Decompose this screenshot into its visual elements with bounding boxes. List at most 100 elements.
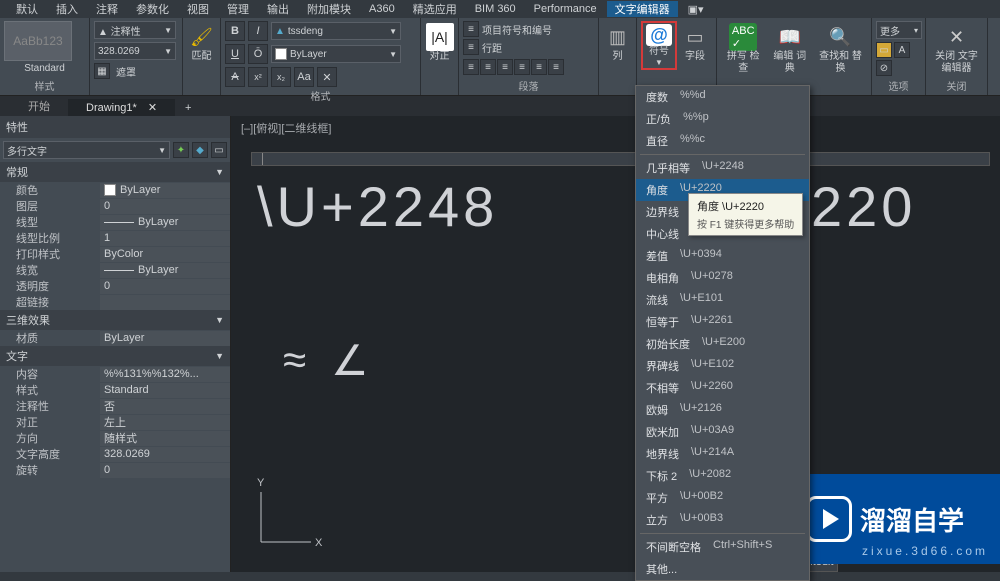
- annotative-combo[interactable]: ▲ 注释性▼: [94, 21, 176, 39]
- align-6[interactable]: ≡: [548, 59, 564, 75]
- dict-button[interactable]: 📖 编辑 词典: [767, 21, 811, 77]
- style-preview[interactable]: AaBb123: [4, 21, 72, 61]
- ruler-indent[interactable]: [262, 153, 263, 165]
- prop-row[interactable]: 旋转0: [0, 462, 230, 478]
- font-combo[interactable]: ▲tssdeng▼: [271, 22, 401, 40]
- selectobj-icon[interactable]: ▭: [211, 142, 227, 158]
- menu-默认[interactable]: 默认: [8, 1, 46, 17]
- prop-row[interactable]: 透明度0: [0, 278, 230, 294]
- italic-button[interactable]: I: [248, 21, 268, 41]
- close-button[interactable]: ✕ 关闭 文字编辑器: [930, 21, 983, 77]
- menu-item-界碑线[interactable]: 界碑线\U+E102: [636, 355, 809, 377]
- ruler[interactable]: [251, 152, 990, 166]
- menu-Performance[interactable]: Performance: [526, 3, 605, 15]
- menu-item-几乎相等[interactable]: 几乎相等\U+2248: [636, 157, 809, 179]
- column-button[interactable]: ▥ 列: [600, 21, 636, 65]
- menu-item-流线[interactable]: 流线\U+E101: [636, 289, 809, 311]
- overline-button[interactable]: Ō: [248, 44, 268, 64]
- menu-item-地界线[interactable]: 地界线\U+214A: [636, 443, 809, 465]
- bullets-icon[interactable]: ≡: [463, 21, 479, 37]
- prop-group-三维效果[interactable]: 三维效果▼: [0, 310, 230, 330]
- prop-row[interactable]: 图层0: [0, 198, 230, 214]
- menu-插入[interactable]: 插入: [48, 1, 86, 17]
- menu-精选应用[interactable]: 精选应用: [405, 1, 465, 17]
- menu-item-立方[interactable]: 立方\U+00B3: [636, 509, 809, 531]
- align-left[interactable]: ≡: [463, 59, 479, 75]
- super-button[interactable]: x²: [248, 67, 268, 87]
- prop-row[interactable]: 文字高度328.0269: [0, 446, 230, 462]
- spacing-label[interactable]: 行距: [482, 40, 502, 55]
- opt3-icon[interactable]: ⊘: [876, 60, 892, 76]
- prop-row[interactable]: 内容%%131%%132%...: [0, 366, 230, 382]
- menu-item-不相等[interactable]: 不相等\U+2260: [636, 377, 809, 399]
- menu-overflow[interactable]: ▣▾: [680, 3, 712, 16]
- align-center[interactable]: ≡: [480, 59, 496, 75]
- match-button[interactable]: 🖌 匹配: [184, 21, 220, 65]
- justify-button[interactable]: |A| 对正: [422, 21, 458, 65]
- menu-A360[interactable]: A360: [361, 3, 403, 15]
- quickselect-icon[interactable]: ✦: [173, 142, 189, 158]
- menu-item-欧姆[interactable]: 欧姆\U+2126: [636, 399, 809, 421]
- case-button[interactable]: Aa: [294, 67, 314, 87]
- prop-row[interactable]: 注释性否: [0, 398, 230, 414]
- menu-管理[interactable]: 管理: [219, 1, 257, 17]
- menu-item-欧米加[interactable]: 欧米加\U+03A9: [636, 421, 809, 443]
- prop-row[interactable]: 打印样式ByColor: [0, 246, 230, 262]
- more-combo[interactable]: 更多▾: [876, 21, 922, 39]
- field-button[interactable]: ▭ 字段: [677, 21, 713, 65]
- menu-item-度数[interactable]: 度数%%d: [636, 86, 809, 108]
- menu-item-正/负[interactable]: 正/负%%p: [636, 108, 809, 130]
- prop-row[interactable]: 线型比例1: [0, 230, 230, 246]
- prop-row[interactable]: 样式Standard: [0, 382, 230, 398]
- prop-group-文字[interactable]: 文字▼: [0, 346, 230, 366]
- bullets-label[interactable]: 项目符号和编号: [482, 22, 552, 37]
- menu-item-直径[interactable]: 直径%%c: [636, 130, 809, 152]
- align-just[interactable]: ≡: [514, 59, 530, 75]
- prop-row[interactable]: 颜色 ByLayer: [0, 182, 230, 198]
- underline-button[interactable]: U: [225, 44, 245, 64]
- spell-button[interactable]: ABC✓ 拼写 检查: [721, 21, 765, 77]
- strike-button[interactable]: A: [225, 67, 245, 87]
- sub-button[interactable]: x₂: [271, 67, 291, 87]
- bold-button[interactable]: B: [225, 21, 245, 41]
- menu-item-差值[interactable]: 差值\U+0394: [636, 245, 809, 267]
- clear-button[interactable]: ✕: [317, 67, 337, 87]
- tab-drawing[interactable]: Drawing1* ✕: [68, 99, 175, 116]
- menu-item-电相角[interactable]: 电相角\U+0278: [636, 267, 809, 289]
- menu-文字编辑器[interactable]: 文字编辑器: [607, 1, 678, 17]
- prop-row[interactable]: 线宽 ByLayer: [0, 262, 230, 278]
- menu-item-恒等于[interactable]: 恒等于\U+2261: [636, 311, 809, 333]
- prop-row[interactable]: 对正左上: [0, 414, 230, 430]
- find-button[interactable]: 🔍 查找和 替换: [814, 21, 867, 77]
- mask-icon[interactable]: ▦: [94, 63, 110, 79]
- color-combo[interactable]: ByLayer▼: [271, 45, 401, 63]
- menu-item-初始长度[interactable]: 初始长度\U+E200: [636, 333, 809, 355]
- tab-add[interactable]: +: [175, 100, 201, 116]
- text-height-combo[interactable]: 328.0269▼: [94, 42, 176, 60]
- ruler-icon[interactable]: ▭: [876, 42, 892, 58]
- menu-BIM 360[interactable]: BIM 360: [467, 3, 524, 15]
- menu-item-不间断空格[interactable]: 不间断空格Ctrl+Shift+S: [636, 536, 809, 558]
- menu-item-其他...[interactable]: 其他...: [636, 558, 809, 580]
- prop-row[interactable]: 方向随样式: [0, 430, 230, 446]
- view-label[interactable]: [–][俯视][二维线框]: [241, 120, 331, 136]
- spacing-icon[interactable]: ≡: [463, 39, 479, 55]
- prop-row[interactable]: 超链接: [0, 294, 230, 310]
- align-right[interactable]: ≡: [497, 59, 513, 75]
- symbol-button[interactable]: @ 符号 ▼: [641, 21, 677, 70]
- menu-视图[interactable]: 视图: [179, 1, 217, 17]
- menu-附加模块[interactable]: 附加模块: [299, 1, 359, 17]
- pickadd-icon[interactable]: ◆: [192, 142, 208, 158]
- prop-row[interactable]: 线型 ByLayer: [0, 214, 230, 230]
- menu-输出[interactable]: 输出: [259, 1, 297, 17]
- align-dist[interactable]: ≡: [531, 59, 547, 75]
- prop-group-常规[interactable]: 常规▼: [0, 162, 230, 182]
- menu-item-下标 2[interactable]: 下标 2\U+2082: [636, 465, 809, 487]
- tab-close-icon[interactable]: ✕: [148, 102, 157, 114]
- menu-注释[interactable]: 注释: [88, 1, 126, 17]
- prop-row[interactable]: 材质ByLayer: [0, 330, 230, 346]
- menu-参数化[interactable]: 参数化: [128, 1, 177, 17]
- tab-start[interactable]: 开始: [10, 96, 68, 116]
- menu-item-平方[interactable]: 平方\U+00B2: [636, 487, 809, 509]
- selection-combo[interactable]: 多行文字▼: [3, 141, 170, 159]
